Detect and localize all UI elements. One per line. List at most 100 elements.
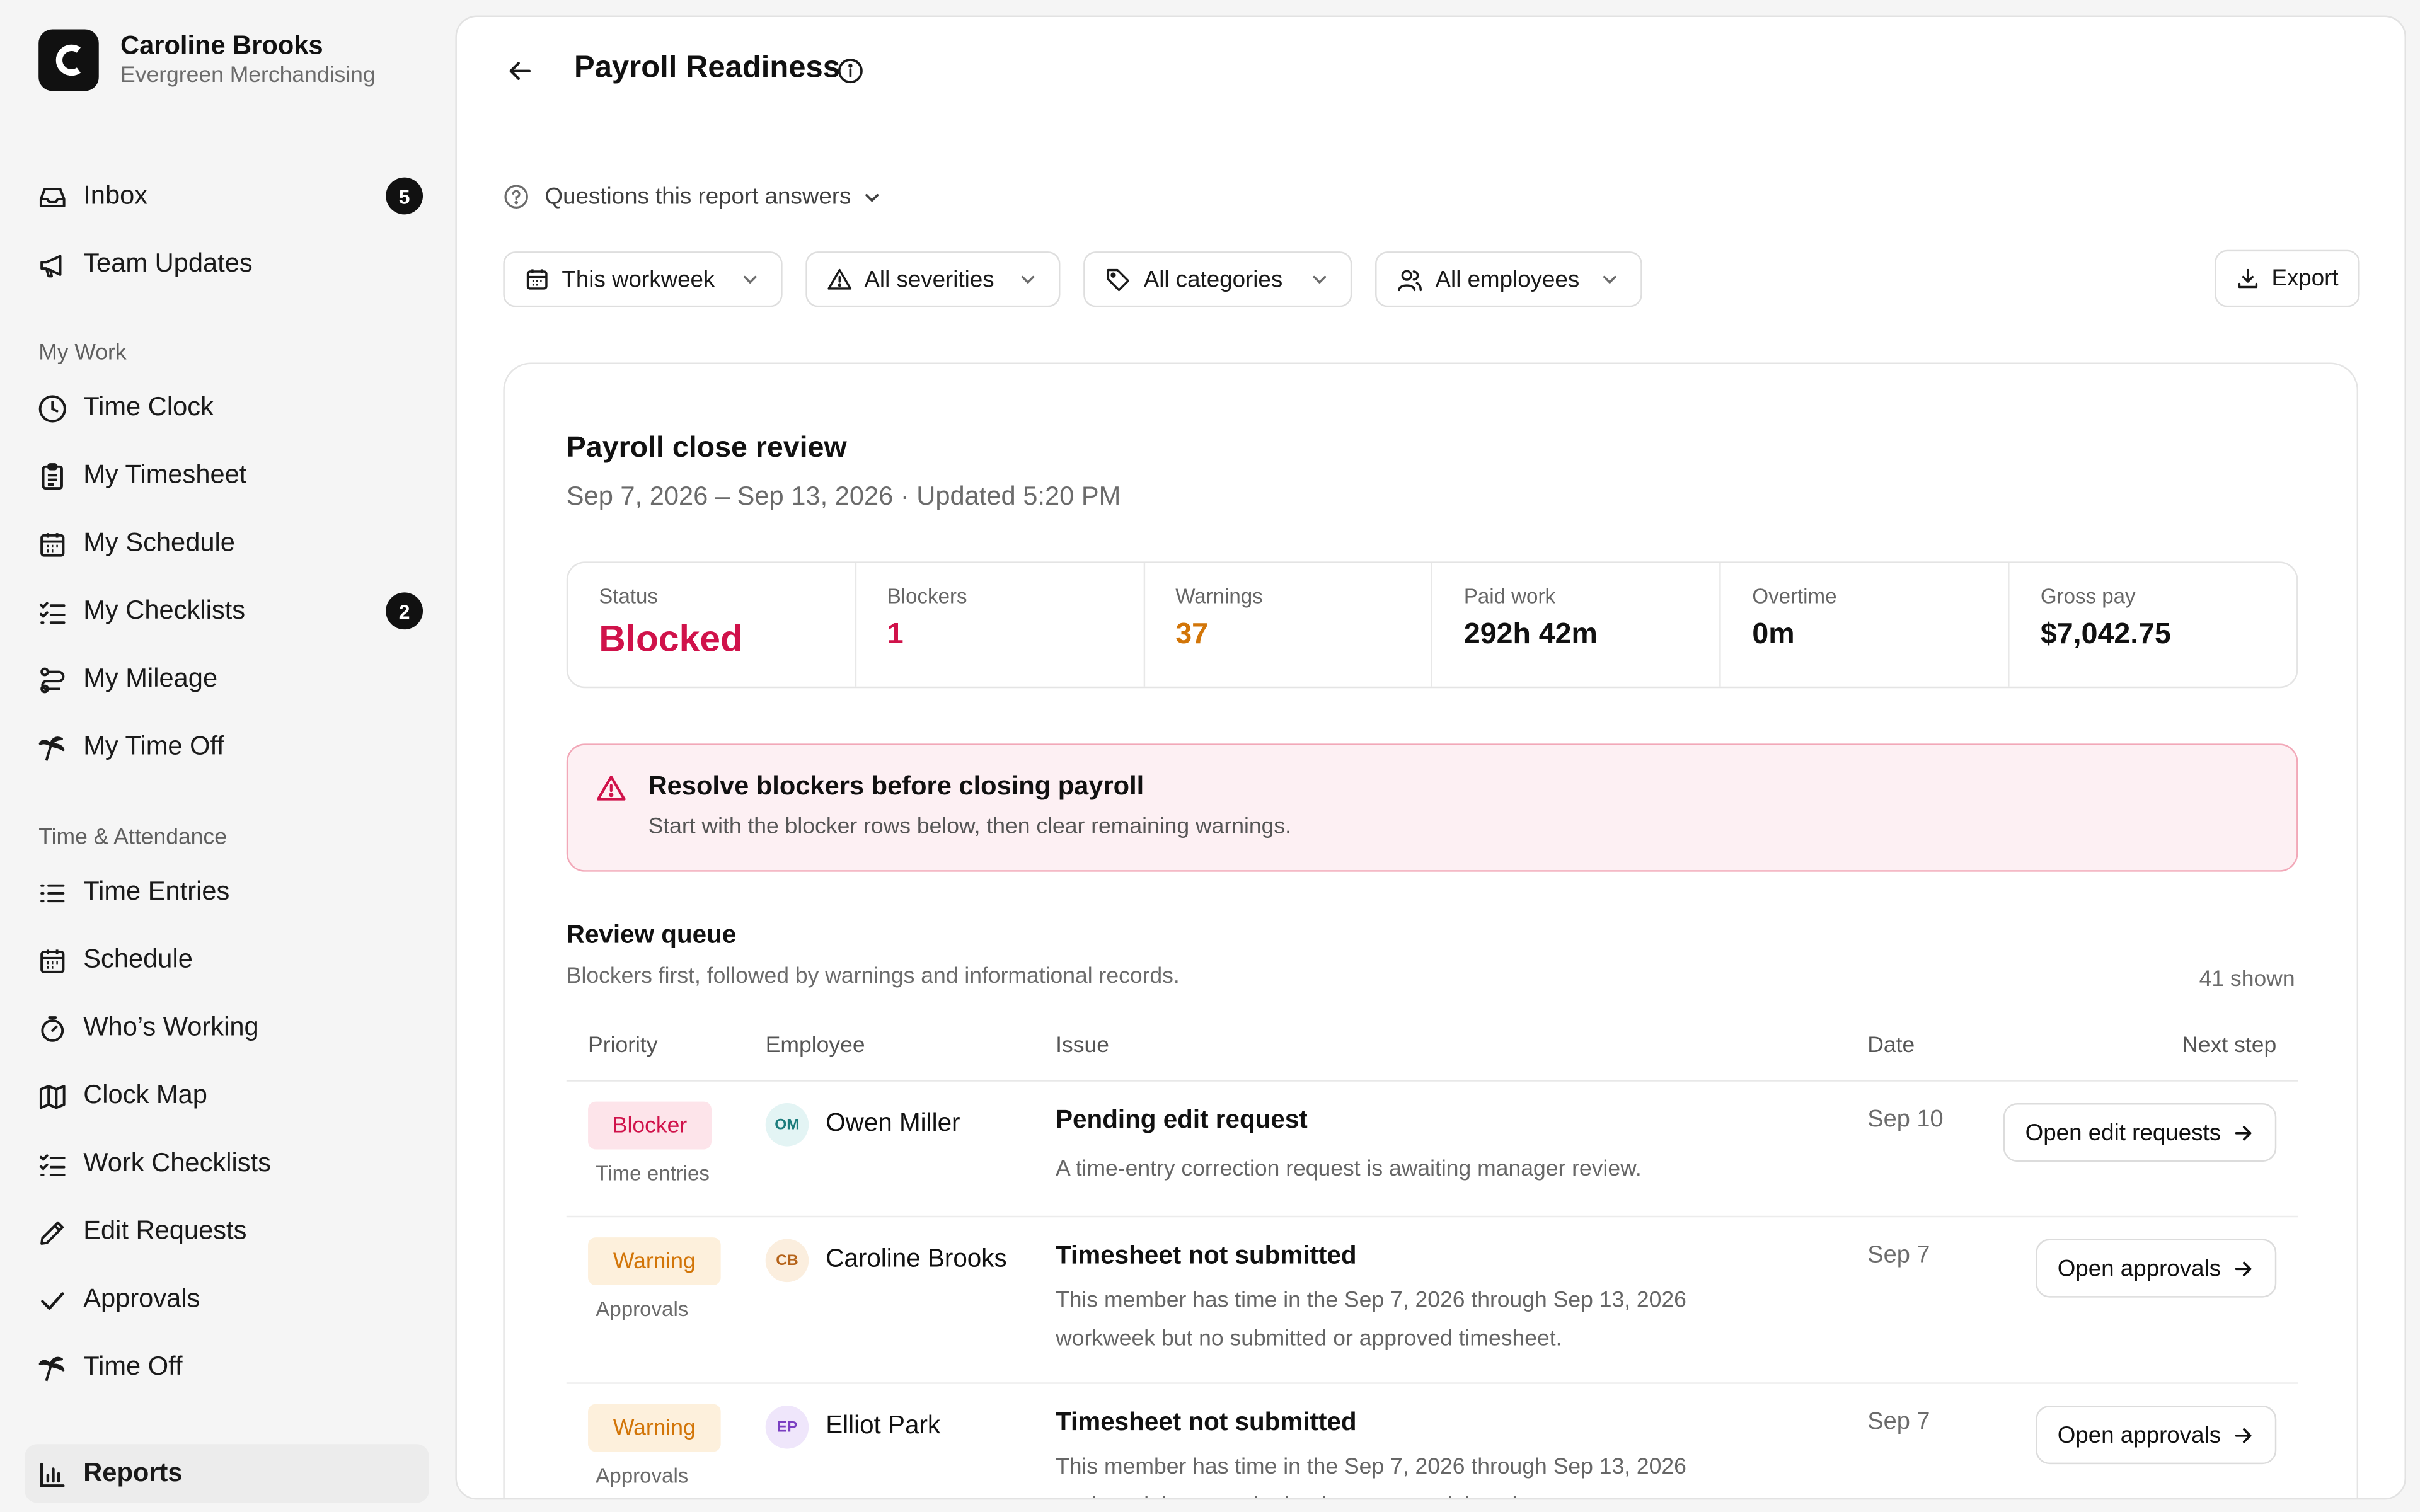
column-header-priority[interactable]: Priority [588,1034,658,1058]
alert-body: Start with the blocker rows below, then … [648,815,1291,840]
organization-name: Evergreen Merchandising [120,63,376,88]
calendar-icon [40,949,65,973]
employee-name[interactable]: Caroline Brooks [826,1245,1006,1274]
category-filter-label: All categories [1143,266,1283,293]
nav-item-label: Team Updates [83,248,253,278]
nav-item-work-checklists[interactable]: Work Checklists [25,1134,429,1193]
nav-item-label: My Time Off [83,731,224,761]
alert-title: Resolve blockers before closing payroll [648,771,1144,801]
export-button[interactable]: Export [2215,249,2360,307]
chevron-down-icon [1021,275,1035,284]
employees-filter[interactable]: All employees [1375,251,1642,307]
stat-label: Gross pay [2040,585,2136,608]
next-step-label: Open edit requests [2025,1119,2221,1146]
pencil-icon [40,1221,64,1245]
info-icon[interactable] [836,57,864,85]
stat-value: 292h 42m [1463,619,1598,651]
nav-item-my-time-off[interactable]: My Time Off [25,718,429,776]
nav-item-my-schedule[interactable]: My Schedule [25,514,429,573]
review-queue-subtitle: Blockers first, followed by warnings and… [566,964,1180,989]
stat-label: Paid work [1463,585,1555,608]
next-step-label: Open approvals [2057,1255,2221,1281]
brand-logo [38,29,99,91]
nav-item-time-clock[interactable]: Time Clock [25,378,429,437]
back-arrow-icon[interactable] [503,54,537,88]
nav-item-team-updates[interactable]: Team Updates [25,234,429,293]
stat-blockers: Blockers 1 [856,563,1145,687]
column-header-employee[interactable]: Employee [766,1034,865,1058]
checklists-count-badge: 2 [386,592,424,630]
issue-title: Timesheet not submitted [1056,1242,1357,1270]
stat-status: Status Blocked [568,563,856,687]
tag-icon [1107,268,1129,290]
severity-filter[interactable]: All severities [805,251,1061,307]
avatar: EP [765,1406,809,1449]
category-filter[interactable]: All categories [1083,251,1352,307]
calendar-icon [40,533,65,557]
nav-item-reports[interactable]: Reports [25,1444,429,1503]
avatar: CB [765,1239,809,1283]
nav-item-label: Time Off [83,1351,183,1381]
nav-item-time-off[interactable]: Time Off [25,1337,429,1396]
chevron-down-icon [743,275,757,284]
priority-category: Approvals [596,1297,689,1321]
warning-triangle-icon [827,268,852,290]
issue-description: A time-entry correction request is await… [1056,1157,1642,1182]
bar-chart-icon [40,1462,65,1487]
nav-item-label: Time Clock [83,392,214,421]
clipboard-icon [42,463,63,490]
section-label-my-work: My Work [38,341,127,366]
nav-item-whos-working[interactable]: Who’s Working [25,998,429,1057]
review-queue-title: Review queue [566,921,737,949]
open-approvals-button[interactable]: Open approvals [2036,1239,2277,1298]
nav-item-my-checklists[interactable]: My Checklists 2 [25,581,429,640]
issue-description: This member has time in the Sep 7, 2026 … [1056,1288,1686,1352]
timer-icon [41,1016,64,1042]
nav-item-label: Time Entries [83,876,230,906]
nav-item-my-timesheet[interactable]: My Timesheet [25,446,429,505]
questions-label: Questions this report answers [544,183,851,210]
issue-description: This member has time in the Sep 7, 2026 … [1056,1455,1686,1498]
column-header-date[interactable]: Date [1867,1034,1915,1058]
questions-disclosure[interactable]: Questions this report answers [503,183,897,210]
row-date: Sep 7 [1867,1408,1930,1435]
priority-badge: Blocker [588,1101,712,1150]
clock-icon [38,395,66,423]
nav-item-schedule[interactable]: Schedule [25,931,429,989]
column-header-issue[interactable]: Issue [1056,1034,1109,1058]
chevron-down-icon [1603,275,1616,284]
nav-item-my-mileage[interactable]: My Mileage [25,650,429,708]
employee-name[interactable]: Elliot Park [826,1412,940,1441]
stat-value: 1 [887,619,904,651]
stat-label: Status [599,585,658,608]
checklist-icon [39,602,66,624]
open-approvals-button[interactable]: Open approvals [2036,1406,2277,1465]
table-row: Warning Approvals EP Elliot Park Timeshe… [567,1382,2298,1498]
blocker-alert: Resolve blockers before closing payroll … [566,743,2298,872]
workspace-switcher[interactable]: Caroline Brooks Evergreen Merchandising [38,29,376,91]
nav-item-time-entries[interactable]: Time Entries [25,862,429,921]
table-row: Blocker Time entries OM Owen Miller Pend… [566,1080,2298,1218]
nav-item-label: My Schedule [83,527,235,558]
nav-item-label: Work Checklists [83,1148,271,1177]
priority-category: Time entries [596,1162,710,1185]
nav-item-approvals[interactable]: Approvals [25,1270,429,1329]
stat-value: 37 [1175,619,1209,651]
nav-item-edit-requests[interactable]: Edit Requests [25,1202,429,1261]
column-header-next-step: Next step [2182,1033,2277,1058]
nav-item-clock-map[interactable]: Clock Map [25,1066,429,1125]
route-icon [40,667,65,694]
alert-triangle-icon [596,775,626,801]
table-header: Priority Employee Issue Date Next step [566,1018,2298,1082]
employees-filter-label: All employees [1435,266,1580,293]
period-filter[interactable]: This workweek [503,251,783,307]
checklist-icon [39,1154,66,1176]
download-icon [2238,268,2257,289]
stat-overtime: Overtime 0m [1721,563,2010,687]
employee-name[interactable]: Owen Miller [826,1109,960,1139]
priority-badge: Warning [588,1404,721,1452]
open-edit-requests-button[interactable]: Open edit requests [2003,1103,2277,1162]
nav-item-label: Reports [83,1458,183,1487]
nav-item-inbox[interactable]: Inbox 5 [25,166,429,225]
stat-paid-work: Paid work 292h 42m [1433,563,1722,687]
